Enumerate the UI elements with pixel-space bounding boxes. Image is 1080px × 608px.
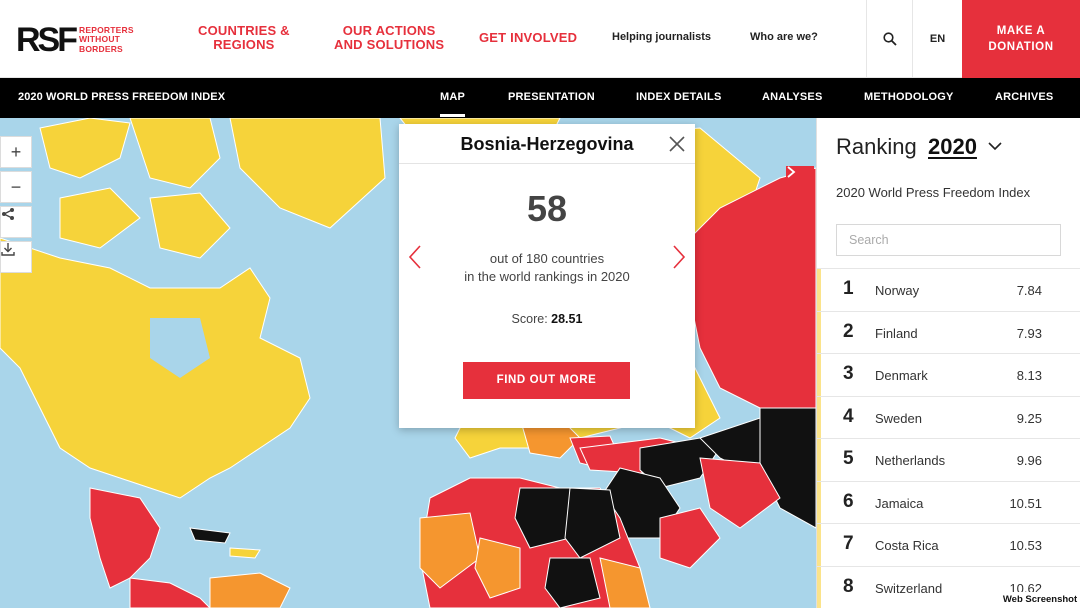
ranking-row[interactable]: 7 Costa Rica 10.53 bbox=[817, 523, 1080, 566]
popup-country-name: Bosnia-Herzegovina bbox=[399, 124, 695, 164]
nav-actions-line1: Our actions bbox=[342, 23, 436, 38]
watermark: Web Screenshot bbox=[1000, 592, 1080, 608]
ranking-row-rank: 7 bbox=[843, 533, 854, 554]
logo-subtitle: Reporters without borders bbox=[79, 25, 146, 54]
zoom-in-button[interactable]: + bbox=[0, 136, 32, 168]
tab-analyses[interactable]: ANALYSES bbox=[762, 91, 823, 103]
ranking-row-rank: 1 bbox=[843, 278, 854, 299]
popup-desc-line1: out of 180 countries bbox=[489, 251, 605, 266]
ranking-row-score: 7.93 bbox=[1016, 325, 1042, 341]
popup-score-value: 28.51 bbox=[551, 312, 583, 326]
country-popup: Bosnia-Herzegovina 58 out of 180 countri… bbox=[399, 124, 695, 428]
ranking-row-score: 10.51 bbox=[1009, 495, 1042, 511]
ranking-row-score: 7.84 bbox=[1016, 283, 1042, 298]
ranking-row[interactable]: 3 Denmark 8.13 bbox=[817, 353, 1080, 396]
ranking-row-score: 9.25 bbox=[1016, 410, 1042, 426]
tab-methodology[interactable]: METHODOLOGY bbox=[864, 91, 954, 103]
ranking-year-selector[interactable]: 2020 bbox=[928, 134, 977, 160]
index-title[interactable]: 2020 WORLD PRESS FREEDOM INDEX bbox=[18, 91, 225, 103]
nav-who-are-we[interactable]: Who are we? bbox=[750, 31, 818, 43]
ranking-heading: Ranking bbox=[836, 134, 917, 159]
ranking-row-country: Finland bbox=[875, 325, 918, 341]
nav-actions-line2: and solutions bbox=[334, 37, 445, 52]
search-button[interactable] bbox=[866, 0, 912, 78]
index-subnav: 2020 WORLD PRESS FREEDOM INDEX MAP PRESE… bbox=[0, 78, 1080, 118]
popup-description: out of 180 countries in the world rankin… bbox=[399, 250, 695, 286]
ranking-row-country: Switzerland bbox=[875, 580, 943, 596]
ranking-row[interactable]: 4 Sweden 9.25 bbox=[817, 395, 1080, 439]
nav-get-involved[interactable]: Get involved bbox=[479, 31, 577, 45]
share-icon bbox=[2, 208, 14, 220]
donate-line2: donation bbox=[988, 41, 1054, 53]
chevron-right-icon bbox=[787, 166, 796, 178]
ranking-row-country: Denmark bbox=[875, 368, 928, 383]
page: RSF Reporters without borders Countries … bbox=[0, 0, 1080, 608]
donate-button[interactable]: Make a donation bbox=[962, 0, 1080, 78]
tab-presentation[interactable]: PRESENTATION bbox=[508, 91, 595, 103]
ranking-row-country: Netherlands bbox=[875, 453, 946, 468]
nav-helping-journalists[interactable]: Helping journalists bbox=[612, 31, 711, 43]
download-icon bbox=[1, 243, 15, 256]
ranking-row-country: Norway bbox=[875, 283, 920, 298]
rsf-logo[interactable]: RSF Reporters without borders bbox=[16, 20, 146, 60]
share-button[interactable] bbox=[0, 206, 32, 238]
nav-our-actions[interactable]: Our actions and solutions bbox=[334, 24, 444, 52]
nav-countries-line1: Countries & bbox=[198, 23, 290, 38]
chevron-down-icon[interactable] bbox=[988, 141, 1002, 151]
popup-rank: 58 bbox=[526, 188, 568, 229]
expand-panel-button[interactable] bbox=[786, 166, 814, 196]
ranking-row-country: Costa Rica bbox=[875, 538, 939, 553]
ranking-row-rank: 5 bbox=[843, 448, 854, 469]
ranking-row-rank: 2 bbox=[843, 320, 854, 342]
site-header: RSF Reporters without borders Countries … bbox=[0, 0, 1080, 78]
zoom-out-button[interactable]: − bbox=[0, 171, 32, 203]
ranking-row[interactable]: 1 Norway 7.84 bbox=[817, 268, 1080, 311]
ranking-row-rank: 3 bbox=[843, 363, 854, 384]
language-selector[interactable]: EN bbox=[912, 0, 962, 78]
ranking-row[interactable]: 5 Netherlands 9.96 bbox=[817, 438, 1080, 481]
ranking-row[interactable]: 2 Finland 7.93 bbox=[817, 310, 1080, 354]
popup-score-label: Score: bbox=[511, 312, 552, 326]
search-icon bbox=[882, 32, 897, 46]
ranking-row-rank: 8 bbox=[843, 575, 854, 597]
popup-score: Score: 28.51 bbox=[399, 312, 695, 326]
ranking-row-country: Sweden bbox=[875, 410, 922, 426]
tab-index-details[interactable]: INDEX DETAILS bbox=[636, 91, 722, 103]
ranking-row-score: 8.13 bbox=[1016, 368, 1042, 383]
donate-line1: Make a bbox=[996, 25, 1046, 37]
ranking-subtitle: 2020 World Press Freedom Index bbox=[836, 185, 1031, 200]
ranking-list: 1 Norway 7.84 2 Finland 7.93 3 Denmark 8… bbox=[817, 268, 1080, 608]
nav-countries-line2: Regions bbox=[213, 37, 275, 52]
nav-countries-regions[interactable]: Countries & Regions bbox=[198, 24, 290, 52]
tab-map[interactable]: MAP bbox=[440, 91, 466, 117]
find-out-more-button[interactable]: Find out more bbox=[463, 362, 630, 399]
ranking-row-score: 10.53 bbox=[1009, 538, 1042, 553]
tab-archives[interactable]: ARCHIVES bbox=[995, 91, 1053, 103]
logo-sub-line2: without borders bbox=[79, 34, 123, 54]
ranking-panel: Ranking 2020 2020 World Press Freedom In… bbox=[816, 118, 1080, 608]
ranking-row-country: Jamaica bbox=[875, 495, 924, 511]
ranking-row-rank: 4 bbox=[843, 405, 854, 427]
ranking-row[interactable]: 6 Jamaica 10.51 bbox=[817, 480, 1080, 524]
logo-mark: RSF bbox=[16, 21, 78, 59]
close-icon[interactable] bbox=[667, 134, 687, 154]
ranking-row-score: 9.96 bbox=[1016, 453, 1042, 468]
popup-desc-line2: in the world rankings in 2020 bbox=[464, 269, 630, 284]
download-button[interactable] bbox=[0, 241, 32, 273]
ranking-row-rank: 6 bbox=[843, 490, 854, 512]
ranking-search-input[interactable] bbox=[836, 224, 1061, 256]
